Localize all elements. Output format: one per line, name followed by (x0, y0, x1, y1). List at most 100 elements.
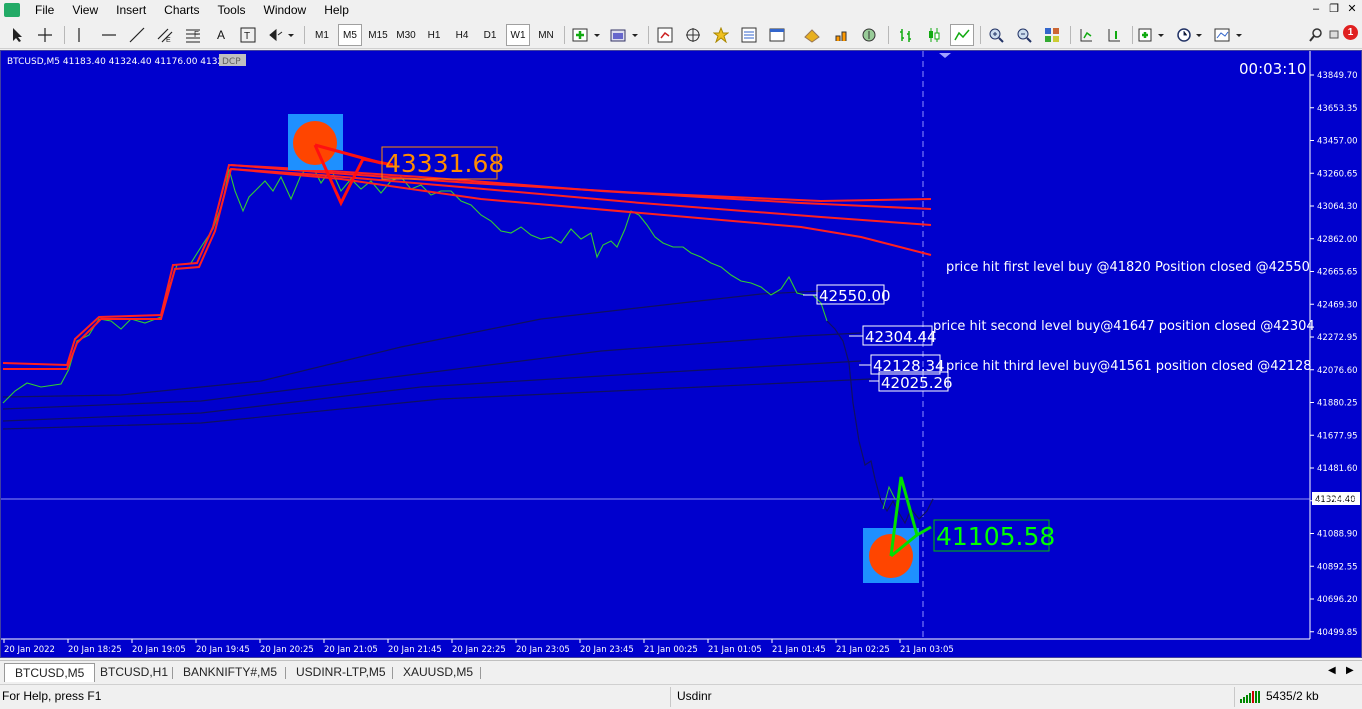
menu-help[interactable]: Help (315, 0, 358, 20)
favorites-icon[interactable] (710, 24, 732, 46)
tile-windows-icon[interactable] (1040, 24, 1064, 46)
indicators-icon[interactable] (1136, 24, 1170, 46)
timeframe-h1[interactable]: H1 (422, 24, 446, 46)
label-icon[interactable]: T (238, 24, 258, 46)
connection-icon (1240, 691, 1262, 706)
templates-icon[interactable] (608, 24, 642, 46)
strategy-tester-icon[interactable] (830, 24, 852, 46)
tab-btcusd-m5[interactable]: BTCUSD,M5 (4, 663, 96, 682)
timeframe-m30[interactable]: M30 (394, 24, 418, 46)
low-label: 41105.58 (936, 522, 1055, 551)
level-label-4: 42025.26 (881, 374, 953, 392)
level-label-1: 42550.00 (819, 287, 891, 305)
tab-usdinr-ltp-m5[interactable]: USDINR-LTP,M5 (286, 663, 396, 682)
price-tick-label: 43260.65 (1317, 169, 1358, 179)
tab-scroll-right-icon[interactable]: ▶ (1346, 665, 1354, 676)
annotation-first-level: price hit first level buy @41820 Positio… (946, 260, 1310, 275)
channel-icon[interactable]: E (154, 24, 176, 46)
menu-window[interactable]: Window (255, 0, 316, 20)
close-icon[interactable]: ✕ (1344, 2, 1360, 16)
time-tick-label: 20 Jan 2022 (4, 645, 55, 655)
price-tick-label: 43849.70 (1317, 71, 1358, 81)
price-tick-label: 42076.60 (1317, 366, 1358, 376)
timeframe-h4[interactable]: H4 (450, 24, 474, 46)
time-tick-label: 21 Jan 02:25 (836, 645, 890, 655)
autoscroll-icon[interactable] (1074, 24, 1098, 46)
price-tick-label: 40696.20 (1317, 595, 1358, 605)
vertical-line-icon[interactable] (70, 24, 88, 46)
data-window-icon[interactable] (738, 24, 760, 46)
new-chart-icon[interactable] (570, 24, 604, 46)
navigator-icon[interactable] (682, 24, 704, 46)
zoom-out-icon[interactable] (1012, 24, 1036, 46)
time-tick-label: 21 Jan 01:45 (772, 645, 826, 655)
time-tick-label: 20 Jan 18:25 (68, 645, 122, 655)
price-tick-label: 41088.90 (1317, 530, 1358, 540)
menu-insert[interactable]: Insert (107, 0, 155, 20)
menu-bar: File View Insert Charts Tools Window Hel… (0, 0, 1362, 20)
trendline-icon[interactable] (126, 24, 148, 46)
timeframe-m5[interactable]: M5 (338, 24, 362, 46)
timeframe-w1[interactable]: W1 (506, 24, 530, 46)
tab-banknifty-m5[interactable]: BANKNIFTY#,M5 (173, 663, 287, 682)
chart-header: BTCUSD,M5 41183.40 41324.40 41176.00 413… (7, 57, 229, 67)
time-tick-label: 20 Jan 22:25 (452, 645, 506, 655)
menu-file[interactable]: File (26, 0, 63, 20)
crosshair-icon[interactable] (34, 24, 56, 46)
fibonacci-icon[interactable]: F (182, 24, 204, 46)
price-tick-label: 41677.95 (1317, 431, 1358, 441)
time-tick-label: 21 Jan 03:05 (900, 645, 954, 655)
time-tick-label: 20 Jan 19:05 (132, 645, 186, 655)
menu-tools[interactable]: Tools (209, 0, 255, 20)
app-icon[interactable] (4, 3, 20, 17)
price-tick-label: 42665.65 (1317, 268, 1358, 278)
arrows-dropdown-icon[interactable] (266, 24, 296, 46)
status-bar: For Help, press F1 Usdinr 5435/2 kb (0, 684, 1362, 709)
signals-icon[interactable] (858, 24, 880, 46)
tab-scroll-left-icon[interactable]: ◀ (1328, 665, 1336, 676)
zoom-in-icon[interactable] (984, 24, 1008, 46)
candlestick-icon[interactable] (922, 24, 946, 46)
chart-templates-icon[interactable] (1212, 24, 1246, 46)
text-icon[interactable]: A (212, 24, 230, 46)
level-label-2: 42304.44 (865, 328, 937, 346)
terminal-icon[interactable] (766, 24, 788, 46)
timeframe-d1[interactable]: D1 (478, 24, 502, 46)
market-watch-icon[interactable] (654, 24, 676, 46)
line-chart-icon[interactable] (950, 24, 974, 46)
time-tick-label: 20 Jan 20:25 (260, 645, 314, 655)
time-tick-label: 21 Jan 01:05 (708, 645, 762, 655)
timeframe-m15[interactable]: M15 (366, 24, 390, 46)
cursor-icon[interactable] (6, 24, 28, 46)
timeframe-m1[interactable]: M1 (310, 24, 334, 46)
price-tick-label: 41880.25 (1317, 399, 1358, 409)
autotrading-icon[interactable] (800, 24, 824, 46)
status-traffic: 5435/2 kb (1266, 689, 1319, 703)
menu-charts[interactable]: Charts (155, 0, 208, 20)
notification-badge[interactable]: 1 (1343, 25, 1358, 40)
svg-text:F: F (194, 30, 199, 39)
horizontal-line-icon[interactable] (98, 24, 120, 46)
price-tick-label: 42469.30 (1317, 300, 1358, 310)
indicator-badge[interactable]: DCP (222, 57, 241, 67)
restore-icon[interactable]: ❐ (1326, 2, 1342, 16)
high-marker-dot (293, 121, 337, 165)
chart-window[interactable]: 43331.68 41105.58 42550.00 42304.44 4212… (0, 50, 1362, 658)
price-tick-label: 42862.00 (1317, 235, 1358, 245)
price-tick-label: 42272.95 (1317, 333, 1358, 343)
search-icon[interactable] (1306, 24, 1326, 46)
high-label: 43331.68 (385, 149, 504, 178)
tab-btcusd-h1[interactable]: BTCUSD,H1 (90, 663, 178, 682)
chart-shift-icon[interactable] (1102, 24, 1126, 46)
periods-icon[interactable] (1174, 24, 1208, 46)
timeframe-mn[interactable]: MN (534, 24, 558, 46)
chart-canvas[interactable]: 43331.68 41105.58 42550.00 42304.44 4212… (1, 51, 1361, 657)
time-tick-label: 20 Jan 21:45 (388, 645, 442, 655)
tab-xauusd-m5[interactable]: XAUUSD,M5 (393, 663, 483, 682)
price-tick-label: 43653.35 (1317, 104, 1358, 114)
annotation-third-level: price hit third level buy@41561 position… (946, 359, 1312, 374)
bar-chart-icon[interactable] (894, 24, 918, 46)
menu-view[interactable]: View (63, 0, 107, 20)
notifications-icon[interactable] (1326, 24, 1342, 46)
minimize-icon[interactable]: – (1308, 2, 1324, 16)
